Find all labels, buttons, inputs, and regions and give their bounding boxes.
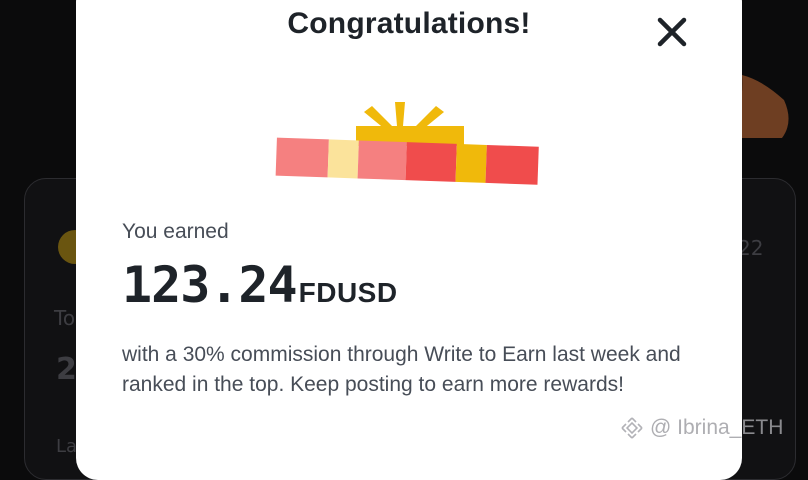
amount-value: 123.24 — [122, 256, 298, 314]
reward-modal: Congratulations! You earned 123.24 FDUSD… — [76, 0, 742, 480]
modal-title: Congratulations! — [287, 7, 531, 40]
gift-box-icon — [275, 102, 539, 185]
reward-message: with a 30% commission through Write to E… — [122, 343, 681, 396]
watermark-text: @ Ibrina_ETH — [650, 416, 784, 439]
background-label: To — [54, 306, 76, 330]
close-icon — [657, 17, 687, 47]
earned-label: You earned — [122, 220, 229, 243]
watermark: @ Ibrina_ETH — [620, 416, 783, 440]
reward-amount: 123.24 FDUSD — [122, 256, 398, 314]
background-value: 2 — [56, 352, 77, 387]
close-button[interactable] — [648, 8, 696, 56]
currency-label: FDUSD — [298, 277, 398, 308]
binance-logo-icon — [621, 417, 643, 439]
